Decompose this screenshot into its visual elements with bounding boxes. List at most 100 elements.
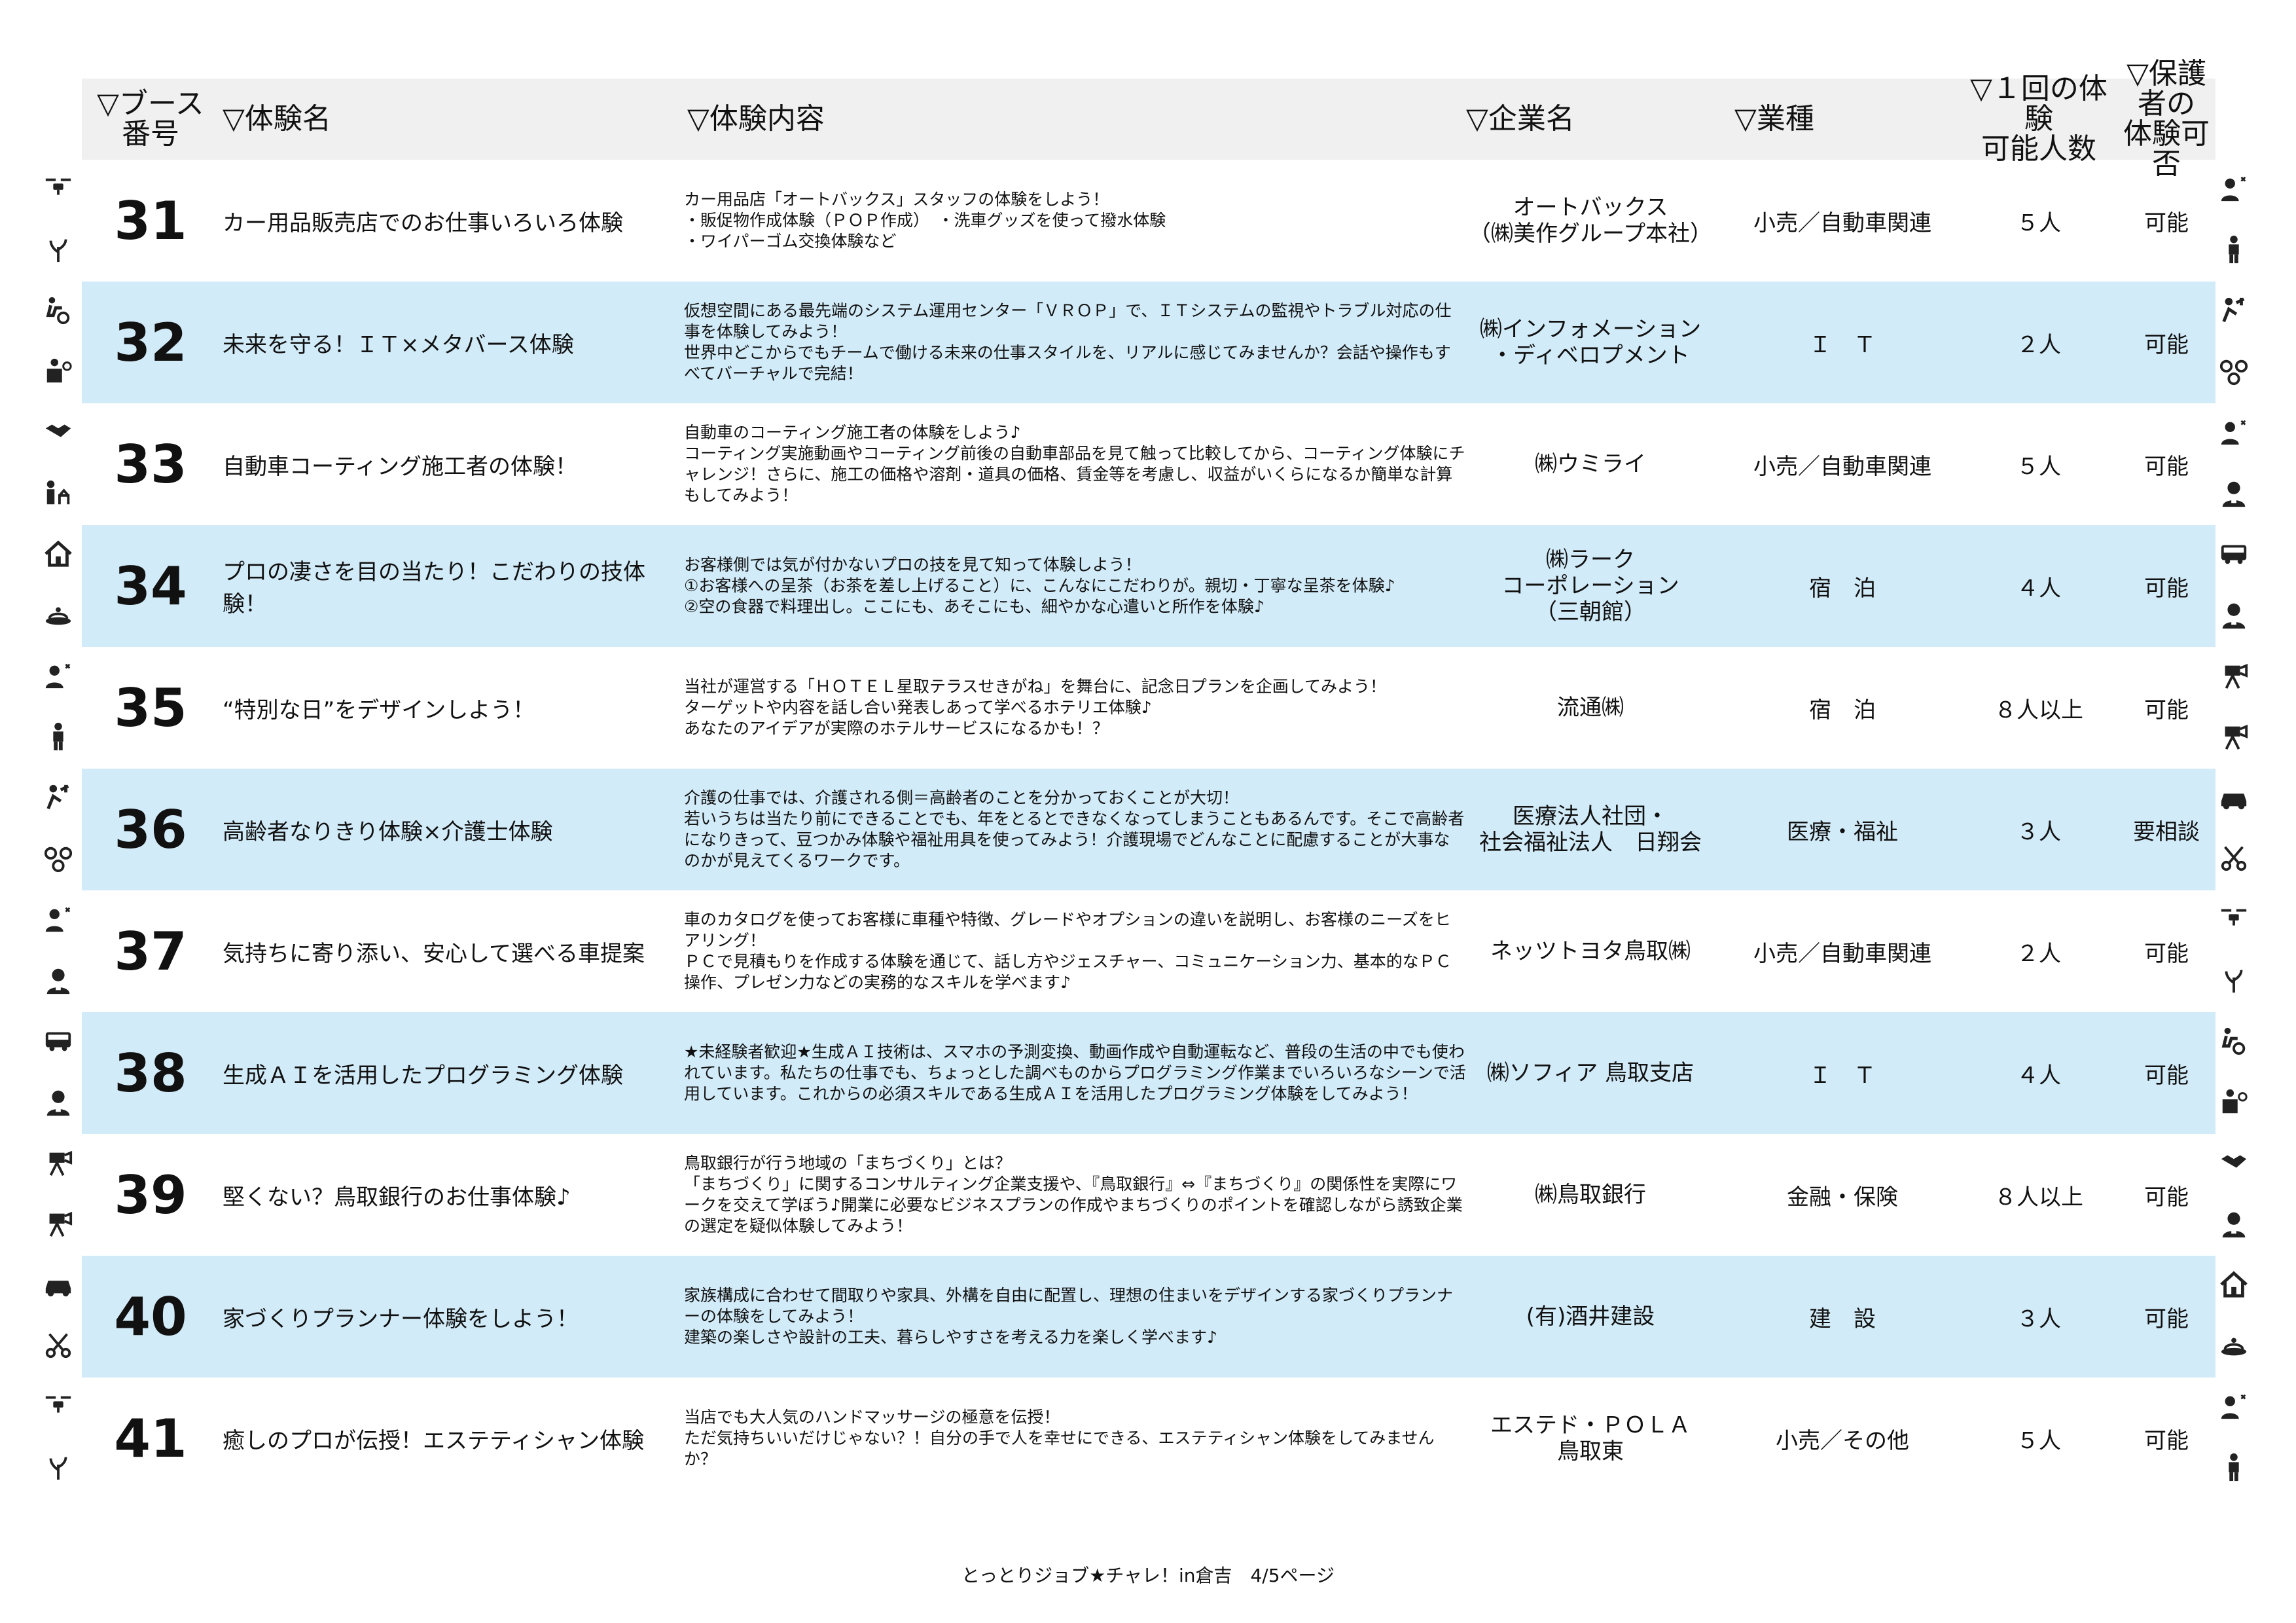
experience-description: 仮想空間にある最先端のシステム運用センター「ＶＲＯＰ」で、ＩＴシステムの監視やト… (684, 301, 1452, 383)
table-row: 35 “特別な日”をデザインしよう！ 当社が運営する「ＨＯＴＥＬ星取テラスせきがね」… (82, 647, 2215, 769)
mechanic-icon (2219, 295, 2249, 325)
page-footer: とっとりジョブ★チャレ！in倉吉 4/5ページ (961, 1565, 1335, 1586)
experience-name: 生成ＡＩを活用したプログラミング体験 (223, 1062, 623, 1089)
industry: 小売／自動車関連 (1753, 210, 1931, 236)
booth-number: 37 (114, 921, 187, 982)
capacity: ３人 (2017, 1305, 2061, 1332)
industry: Ｉ Ｔ (1809, 1062, 1876, 1089)
camera-operator-icon (2219, 721, 2249, 752)
experience-description: 当店でも大人気のハンドマッサージの極意を伝授！ ただ気持ちいいだけじゃない？！自… (684, 1408, 1435, 1468)
experience-name: “特別な日”をデザインしよう！ (223, 697, 535, 723)
header-capacity: ▽１回の体験 可能人数 (1970, 72, 2108, 166)
scissors-icon (43, 1330, 73, 1360)
experience-description: 当社が運営する「ＨＯＴＥＬ星取テラスせきがね」を舞台に、記念日プランを企画してみ… (684, 677, 1387, 738)
booth-number: 35 (114, 677, 187, 739)
table-row: 32 未来を守る！ＩＴ×メタバース体験 仮想空間にある最先端のシステム運用センター「… (82, 282, 2215, 403)
table-row: 41 癒しのプロが伝授！エステティシャン体験 当店でも大人気のハンドマッサージの極意… (82, 1377, 2215, 1499)
company-name: オートバックス （㈱美作グループ本社） (1469, 194, 1712, 247)
guardian-availability: 可能 (2144, 210, 2189, 236)
header-experience-content: ▽体験内容 (687, 102, 825, 136)
experience-name: 未来を守る！ＩＴ×メタバース体験 (223, 331, 574, 358)
stylist-icon (2219, 173, 2249, 204)
industry: 宿 泊 (1809, 575, 1876, 602)
experience-name: プロの凄さを目の当たり！こだわりの技体験！ (223, 559, 645, 617)
guardian-availability: 可能 (2144, 1427, 2189, 1454)
capacity: ４人 (2017, 575, 2061, 602)
experience-description: ★未経験者歓迎★生成ＡＩ技術は、スマホの予測変換、動画作成や自動運転など、普段の… (684, 1042, 1466, 1103)
experience-description: 鳥取銀行が行う地域の「まちづくり」とは？ 「まちづくり」に関するコンサルティング… (684, 1154, 1463, 1235)
doctor-icon (43, 965, 73, 995)
guardian-availability: 可能 (2144, 1062, 2189, 1089)
stylist-icon (2219, 417, 2249, 447)
stylist-icon (2219, 1391, 2249, 1421)
capacity: ５人 (2017, 210, 2061, 236)
plant-icon (2219, 965, 2249, 995)
standing-person-icon (43, 721, 73, 752)
guardian-availability: 可能 (2144, 697, 2189, 723)
company-name: 流通㈱ (1557, 695, 1624, 721)
guardian-availability: 可能 (2144, 940, 2189, 967)
stylist-icon (43, 661, 73, 691)
table-row: 33 自動車コーティング施工者の体験！ 自動車のコーティング施工者の体験をしよう♪ … (82, 403, 2215, 525)
header-industry: ▽業種 (1734, 102, 1814, 136)
table-row: 37 気持ちに寄り添い、安心して選べる車提案 車のカタログを使ってお客様に車種や特徴… (82, 890, 2215, 1012)
company-name: エステド・ＰＯＬＡ 鳥取東 (1490, 1412, 1691, 1465)
experience-description: 介護の仕事では、介護される側＝高齢者のことを分かっておくことが大切！ 若いうちは… (684, 788, 1465, 870)
company-name: (有)酒井建設 (1526, 1304, 1655, 1330)
industry: 宿 泊 (1809, 697, 1876, 723)
company-name: ㈱鳥取銀行 (1535, 1182, 1646, 1208)
company-name: 医療法人社団・ 社会福祉法人 日翔会 (1479, 803, 1702, 856)
camera-operator-icon (43, 1209, 73, 1239)
experience-description: 家族構成に合わせて間取りや家具、外構を自由に配置し、理想の住まいをデザインする家… (684, 1286, 1454, 1347)
guardian-availability: 要相談 (2133, 818, 2200, 845)
table-row: 34 プロの凄さを目の当たり！こだわりの技体験！ お客様側では気が付かないプロの技を… (82, 525, 2215, 647)
header-guardian: ▽保護者の 体験可否 (2123, 57, 2210, 181)
table-row: 40 家づくりプランナー体験をしよう！ 家族構成に合わせて間取りや家具、外構を自由に… (82, 1256, 2215, 1377)
doctor-icon (43, 1087, 73, 1117)
bus-icon (2219, 539, 2249, 569)
experience-description: カー用品店「オートバックス」スタッフの体験をしよう！ ・販促物作成体験（ＰＯＰ作… (684, 190, 1166, 251)
drone-icon (43, 173, 73, 204)
experience-description: お客様側では気が付かないプロの技を見て知って体験しよう！ ①お客様への呈茶（お茶… (684, 555, 1395, 616)
scissors-icon (2219, 843, 2249, 873)
worker-desk-icon (43, 356, 73, 386)
industry: 建 設 (1809, 1305, 1876, 1332)
industry: 小売／自動車関連 (1753, 453, 1931, 480)
experience-name: 高齢者なりきり体験×介護士体験 (223, 818, 553, 845)
experience-name: 家づくりプランナー体験をしよう！ (223, 1305, 579, 1332)
booth-number: 41 (114, 1408, 187, 1469)
doctor-icon (2219, 1209, 2249, 1239)
experience-name: カー用品販売店でのお仕事いろいろ体験 (223, 210, 623, 236)
camera-operator-icon (43, 1148, 73, 1178)
experience-description: 車のカタログを使ってお客様に車種や特徴、グレードやオプションの違いを説明し、お客… (684, 910, 1452, 992)
handshake-icon (2219, 1148, 2249, 1178)
capacity: ８人以上 (1994, 1184, 2083, 1211)
table-header: ▽ブース 番号 ▽体験名 ▽体験内容 ▽企業名 ▽業種 ▽１回の体験 可能人数 … (82, 57, 2215, 181)
mechanic-icon (43, 782, 73, 812)
booth-number: 32 (114, 312, 187, 373)
industry: 医療・福祉 (1787, 818, 1898, 845)
capacity: ５人 (2017, 453, 2061, 480)
booth-number: 39 (114, 1164, 187, 1226)
handshake-icon (43, 417, 73, 447)
capacity: ８人以上 (1994, 697, 2083, 723)
chef-dish-icon (43, 600, 73, 630)
stylist-icon (43, 904, 73, 934)
table-row: 36 高齢者なりきり体験×介護士体験 介護の仕事では、介護される側＝高齢者のことを分… (82, 769, 2215, 890)
drone-icon (2219, 904, 2249, 934)
chef-dish-icon (2219, 1330, 2249, 1360)
worker-desk-icon (2219, 1087, 2249, 1117)
experience-name: 気持ちに寄り添い、安心して選べる車提案 (223, 940, 645, 967)
booth-number: 33 (114, 433, 187, 495)
house-icon (43, 539, 73, 569)
experience-name: 癒しのプロが伝授！エステティシャン体験 (223, 1427, 644, 1454)
molecule-icon (2219, 356, 2249, 386)
car-icon (43, 1269, 73, 1300)
drone-icon (43, 1391, 73, 1421)
caregiver-icon (2219, 1026, 2249, 1056)
booth-number: 40 (114, 1286, 187, 1347)
guardian-availability: 可能 (2144, 453, 2189, 480)
booth-number: 36 (114, 799, 187, 860)
capacity: ２人 (2017, 940, 2061, 967)
bus-icon (43, 1026, 73, 1056)
